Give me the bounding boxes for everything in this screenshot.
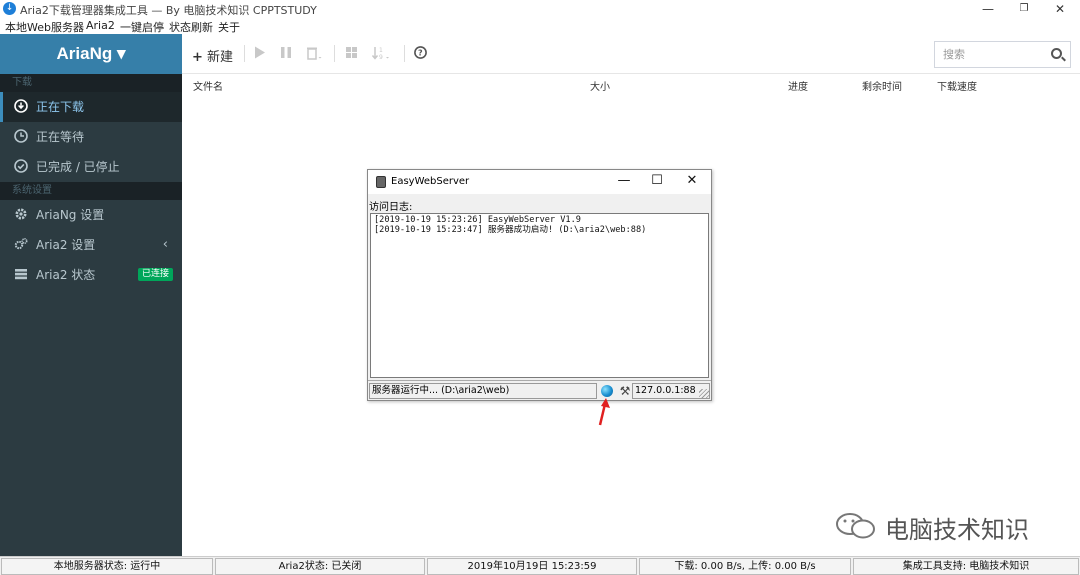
- sort-button[interactable]: 19: [371, 46, 390, 64]
- menu-local-web-server[interactable]: 本地Web服务器: [5, 19, 84, 35]
- red-arrow-annotation: [598, 398, 610, 426]
- sidebar-item-label: 已完成 / 已停止: [36, 160, 120, 174]
- sidebar: AriaNg ▾ 下载 正在下载 正在等待 已完成 / 已停止 系统设置 Ari…: [0, 34, 182, 556]
- minimize-button[interactable]: —: [968, 0, 1008, 18]
- sidebar-item-label: Aria2 状态: [36, 268, 96, 282]
- window-title: Aria2下载管理器集成工具 — By 电脑技术知识 CPPTSTUDY: [20, 4, 317, 17]
- search-icon[interactable]: [1051, 48, 1062, 59]
- check-circle-icon: [14, 154, 28, 173]
- sidebar-item-label: Aria2 设置: [36, 238, 96, 252]
- access-log-textarea[interactable]: [2019-10-19 15:23:26] EasyWebServer V1.9…: [370, 213, 709, 378]
- dialog-minimize-button[interactable]: —: [609, 173, 639, 188]
- column-header-remaining[interactable]: 剩余时间: [862, 78, 902, 93]
- delete-button[interactable]: [306, 46, 322, 64]
- sidebar-item-waiting[interactable]: 正在等待: [0, 122, 182, 152]
- trash-icon: [307, 47, 322, 60]
- chevron-left-icon: ‹: [162, 237, 168, 252]
- restore-button[interactable]: ❐: [1004, 0, 1044, 18]
- sidebar-item-ariang-settings[interactable]: AriaNg 设置: [0, 200, 182, 230]
- aria2-status: Aria2状态: 已关闭: [215, 558, 425, 575]
- log-line: [2019-10-19 15:23:26] EasyWebServer V1.9: [374, 215, 581, 225]
- sidebar-header-downloads: 下载: [0, 74, 182, 92]
- server-app-icon: [376, 176, 386, 188]
- sidebar-item-label: AriaNg 设置: [36, 208, 105, 222]
- grid-icon: [346, 47, 357, 58]
- local-server-status: 本地服务器状态: 运行中: [1, 558, 213, 575]
- column-header-size[interactable]: 大小: [590, 78, 610, 93]
- access-log-label: 访问日志:: [369, 202, 413, 213]
- sidebar-item-finished[interactable]: 已完成 / 已停止: [0, 152, 182, 182]
- resize-grip-icon[interactable]: [699, 389, 709, 399]
- plus-icon: +: [192, 50, 203, 65]
- sidebar-item-aria2-settings[interactable]: Aria2 设置 ‹: [0, 230, 182, 260]
- column-header-filename[interactable]: 文件名: [193, 78, 223, 93]
- connected-badge: 已连接: [137, 268, 173, 281]
- gear-icon: [14, 202, 28, 220]
- help-button[interactable]: ?: [414, 46, 427, 63]
- menu-aria2[interactable]: Aria2: [86, 19, 115, 32]
- globe-icon[interactable]: [601, 385, 613, 397]
- speed-status: 下载: 0.00 B/s, 上传: 0.00 B/s: [639, 558, 851, 575]
- question-circle-icon: ?: [414, 46, 427, 59]
- sidebar-item-label: 正在下载: [36, 100, 85, 114]
- sidebar-item-aria2-status[interactable]: Aria2 状态 已连接: [0, 260, 182, 290]
- dialog-titlebar: EasyWebServer — ☐ ✕: [368, 170, 711, 194]
- search-input[interactable]: 搜索: [934, 41, 1071, 68]
- server-status-text: 服务器运行中... (D:\aria2\web): [369, 383, 597, 399]
- brand-menu[interactable]: AriaNg ▾: [0, 44, 182, 64]
- sort-icon: 19: [371, 47, 389, 61]
- datetime-status: 2019年10月19日 15:23:59: [427, 558, 637, 575]
- new-task-label: 新建: [207, 50, 234, 65]
- menu-one-click-toggle[interactable]: 一键启停: [120, 19, 164, 35]
- clock-icon: [14, 124, 28, 143]
- column-header-speed[interactable]: 下载速度: [937, 78, 977, 93]
- brand-bar: AriaNg ▾: [0, 34, 182, 74]
- easywebserver-window: EasyWebServer — ☐ ✕ 访问日志: [2019-10-19 15…: [367, 169, 712, 401]
- gears-icon: [14, 232, 28, 250]
- window-titlebar: ↓ Aria2下载管理器集成工具 — By 电脑技术知识 CPPTSTUDY —…: [0, 0, 1080, 18]
- toolbar: + 新建 19 ? 搜索: [182, 34, 1080, 74]
- pause-icon: [281, 47, 291, 58]
- svg-text:?: ?: [418, 49, 423, 58]
- select-all-button[interactable]: [345, 46, 358, 63]
- column-header-progress[interactable]: 进度: [788, 78, 808, 93]
- search-placeholder: 搜索: [943, 48, 965, 61]
- close-button[interactable]: ✕: [1040, 0, 1080, 18]
- log-line: [2019-10-19 15:23:47] 服务器成功启动! (D:\aria2…: [374, 225, 647, 235]
- sidebar-header-settings: 系统设置: [0, 182, 182, 200]
- dialog-title: EasyWebServer: [391, 176, 470, 187]
- new-task-button[interactable]: + 新建: [192, 46, 233, 65]
- dialog-maximize-button[interactable]: ☐: [642, 173, 672, 188]
- toolbar-divider: [334, 45, 335, 62]
- svg-text:1: 1: [379, 47, 383, 54]
- dialog-close-button[interactable]: ✕: [677, 173, 707, 188]
- start-button[interactable]: [254, 46, 266, 63]
- support-status: 集成工具支持: 电脑技术知识: [853, 558, 1079, 575]
- app-statusbar: 本地服务器状态: 运行中 Aria2状态: 已关闭 2019年10月19日 15…: [0, 556, 1080, 575]
- menu-about[interactable]: 关于: [218, 19, 240, 35]
- menu-bar: 本地Web服务器 Aria2 一键启停 状态刷新 关于: [0, 18, 1080, 34]
- dialog-statusbar: 服务器运行中... (D:\aria2\web) ⚒ 127.0.0.1:88: [368, 380, 711, 400]
- sidebar-item-label: 正在等待: [36, 130, 85, 144]
- settings-tool-icon[interactable]: ⚒: [618, 384, 632, 398]
- toolbar-divider: [404, 45, 405, 62]
- toolbar-divider: [244, 45, 245, 62]
- watermark-text: 电脑技术知识: [885, 516, 1029, 544]
- server-icon: [14, 262, 28, 280]
- wechat-logo-icon: [836, 513, 875, 539]
- pause-button[interactable]: [280, 46, 292, 63]
- play-icon: [255, 46, 265, 59]
- download-circle-icon: [14, 94, 28, 113]
- app-download-icon: ↓: [3, 2, 16, 15]
- sidebar-item-downloading[interactable]: 正在下载: [0, 92, 182, 122]
- svg-text:9: 9: [379, 54, 383, 60]
- menu-refresh-status[interactable]: 状态刷新: [169, 19, 213, 35]
